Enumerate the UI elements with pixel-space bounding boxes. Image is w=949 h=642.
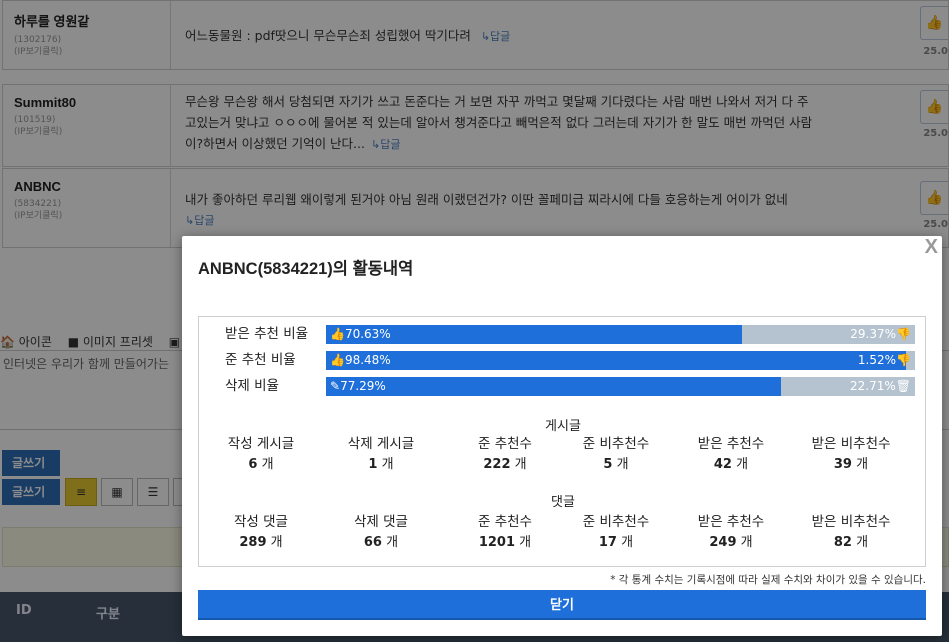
rate-bar: ✎77.29% 22.71%🗑	[326, 377, 915, 396]
received-recommend-rate: 받은 추천 비율 👍70.63% 29.37%👎	[199, 324, 927, 344]
stat-deleted-posts: 삭제 게시글 1 개	[347, 436, 415, 472]
stat-received-downvotes: 받은 비추천수 39 개	[811, 436, 891, 472]
thumbs-up-icon: 👍	[330, 327, 345, 341]
rate-label: 준 추천 비율	[225, 352, 296, 368]
rate-left-value: ✎77.29%	[330, 379, 386, 393]
close-icon[interactable]: X	[925, 236, 938, 259]
comments-section-title: 댓글	[551, 495, 575, 510]
rate-bar-fill	[326, 377, 782, 396]
rate-right-value: 22.71%🗑	[850, 379, 911, 393]
stat-given-recommends: 준 추천수 222 개	[478, 436, 532, 472]
posts-section-title: 게시글	[545, 419, 581, 434]
stat-comment-received-recommends: 받은 추천수 249 개	[697, 514, 765, 550]
stat-received-recommends: 받은 추천수 42 개	[697, 436, 765, 472]
rate-right-value: 1.52%👎	[857, 353, 911, 367]
close-button[interactable]: 닫기	[198, 590, 926, 620]
stat-written-comments: 작성 댓글 289 개	[234, 514, 288, 550]
rate-bar-fill	[326, 351, 907, 370]
trash-icon: 🗑	[895, 379, 911, 393]
activity-modal: X ANBNC(5834221)의 활동내역 받은 추천 비율 👍70.63% …	[182, 236, 942, 636]
stat-given-downvotes: 준 비추천수 5 개	[582, 436, 650, 472]
edit-icon: ✎	[330, 379, 341, 393]
thumbs-down-icon: 👎	[896, 353, 911, 367]
stats-footnote: * 각 통계 수치는 기록시점에 따라 실제 수치와 차이가 있을 수 있습니다…	[610, 574, 926, 586]
stat-comment-received-downvotes: 받은 비추천수 82 개	[811, 514, 891, 550]
rate-label: 받은 추천 비율	[225, 326, 309, 342]
stat-comment-given-recommends: 준 추천수 1201 개	[478, 514, 532, 550]
given-recommend-rate: 준 추천 비율 👍98.48% 1.52%👎	[199, 350, 927, 370]
rate-label: 삭제 비율	[225, 378, 279, 394]
rate-bar: 👍70.63% 29.37%👎	[326, 325, 915, 344]
rate-left-value: 👍98.48%	[330, 353, 391, 367]
stat-deleted-comments: 삭제 댓글 66 개	[354, 514, 408, 550]
thumbs-up-icon: 👍	[330, 353, 345, 367]
stat-comment-given-downvotes: 준 비추천수 17 개	[582, 514, 650, 550]
activity-panel: 받은 추천 비율 👍70.63% 29.37%👎 준 추천 비율 👍98.48%…	[198, 316, 926, 567]
rate-bar: 👍98.48% 1.52%👎	[326, 351, 915, 370]
modal-title: ANBNC(5834221)의 활동내역	[198, 260, 414, 278]
rate-right-value: 29.37%👎	[850, 327, 911, 341]
delete-rate: 삭제 비율 ✎77.29% 22.71%🗑	[199, 376, 927, 396]
stat-written-posts: 작성 게시글 6 개	[227, 436, 295, 472]
thumbs-down-icon: 👎	[896, 327, 911, 341]
rate-left-value: 👍70.63%	[330, 327, 391, 341]
